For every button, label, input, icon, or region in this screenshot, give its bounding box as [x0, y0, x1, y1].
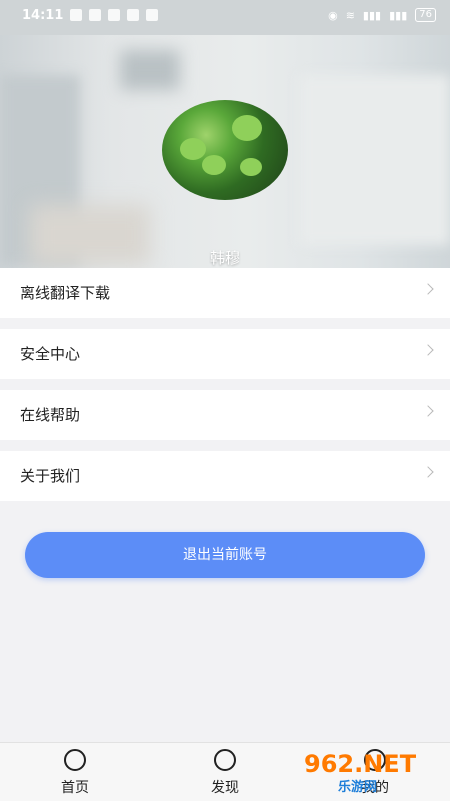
- battery-indicator: 76: [415, 8, 436, 22]
- logout-button[interactable]: 退出当前账号: [25, 532, 425, 578]
- menu-item-label: 在线帮助: [20, 406, 81, 424]
- avatar-leaf: [180, 138, 206, 160]
- status-right: ◉ ≋ ▮▮▮ ▮▮▮ 76: [328, 8, 436, 22]
- tab-label: 首页: [61, 780, 89, 796]
- menu-item-offline-translation[interactable]: 离线翻译下载: [0, 268, 450, 318]
- profile-header: 韩穆: [0, 35, 450, 268]
- chevron-right-icon: [422, 405, 434, 417]
- notification-icon: [108, 9, 120, 21]
- avatar-leaf: [202, 155, 226, 175]
- menu-item-online-help[interactable]: 在线帮助: [0, 390, 450, 440]
- menu-item-label: 离线翻译下载: [20, 284, 111, 302]
- watermark-site: 乐游网: [338, 780, 378, 795]
- tab-discover[interactable]: 发现: [180, 749, 270, 797]
- chevron-right-icon: [422, 344, 434, 356]
- notification-icon: [127, 9, 139, 21]
- tab-home[interactable]: 首页: [30, 749, 120, 797]
- notification-icon: [146, 9, 158, 21]
- watermark: 962.NET 乐游网: [304, 748, 444, 796]
- username: 韩穆: [209, 249, 240, 267]
- notification-icon: [70, 9, 82, 21]
- status-bar: 14:11 ◉ ≋ ▮▮▮ ▮▮▮ 76: [0, 0, 450, 35]
- signal-icon: ▮▮▮: [389, 8, 408, 22]
- home-icon: [64, 749, 86, 771]
- watermark-logo: 962.NET: [304, 750, 417, 778]
- menu-item-label: 安全中心: [20, 345, 81, 363]
- chevron-right-icon: [422, 466, 434, 478]
- tab-label: 发现: [211, 780, 239, 796]
- menu-item-label: 关于我们: [20, 467, 81, 485]
- location-icon: ◉: [328, 8, 338, 22]
- notification-icon: [89, 9, 101, 21]
- status-time: 14:11: [22, 8, 64, 23]
- wifi-icon: ≋: [345, 8, 355, 22]
- avatar-leaf: [232, 115, 262, 141]
- compass-icon: [214, 749, 236, 771]
- notification-icons: [70, 9, 158, 21]
- signal-icon: ▮▮▮: [362, 8, 382, 22]
- chevron-right-icon: [422, 283, 434, 295]
- header-background: [300, 75, 450, 245]
- avatar-leaf: [240, 158, 262, 176]
- header-background: [120, 50, 180, 90]
- avatar[interactable]: [162, 100, 288, 200]
- menu-item-security-center[interactable]: 安全中心: [0, 329, 450, 379]
- menu-item-about-us[interactable]: 关于我们: [0, 451, 450, 501]
